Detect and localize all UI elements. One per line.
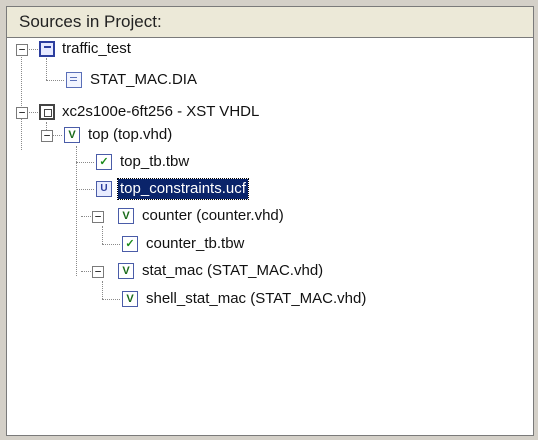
tree-connector [46, 58, 47, 80]
document-icon [66, 72, 82, 88]
collapse-toggle[interactable]: − [16, 107, 28, 119]
tree-connector [76, 189, 94, 190]
tree-connector [81, 271, 91, 272]
vhdl-module-icon: V [122, 291, 138, 307]
constraints-file-icon: U [96, 181, 112, 197]
tree-connector [52, 135, 62, 136]
collapse-toggle[interactable]: − [92, 211, 104, 223]
vhdl-module-icon: V [64, 127, 80, 143]
tree-connector [102, 226, 103, 244]
tree-connector [46, 80, 64, 81]
tree-item-top-tb[interactable]: top_tb.tbw [118, 152, 191, 172]
tree-connector [76, 146, 77, 276]
vhdl-module-icon: V [118, 208, 134, 224]
panel-title: Sources in Project: [6, 6, 534, 38]
project-icon [39, 41, 55, 57]
tree-connector [21, 54, 22, 150]
collapse-toggle[interactable]: − [41, 130, 53, 142]
testbench-icon: ✓ [96, 154, 112, 170]
tree-item-device[interactable]: xc2s100e-6ft256 - XST VHDL [60, 102, 261, 122]
tree-item-project-file[interactable]: STAT_MAC.DIA [88, 70, 199, 90]
tree-connector [81, 216, 91, 217]
collapse-toggle[interactable]: − [16, 44, 28, 56]
testbench-icon: ✓ [122, 236, 138, 252]
tree-connector [102, 244, 120, 245]
vhdl-module-icon: V [118, 263, 134, 279]
source-tree[interactable]: − traffic_test STAT_MAC.DIA − xc2s100e-6… [6, 38, 534, 436]
tree-item-counter[interactable]: counter (counter.vhd) [140, 206, 286, 226]
tree-item-shell-stat-mac[interactable]: shell_stat_mac (STAT_MAC.vhd) [144, 289, 368, 309]
tree-item-top-constraints[interactable]: top_constraints.ucf [117, 178, 249, 200]
tree-item-stat-mac[interactable]: stat_mac (STAT_MAC.vhd) [140, 261, 325, 281]
tree-item-counter-tb[interactable]: counter_tb.tbw [144, 234, 246, 254]
collapse-toggle[interactable]: − [92, 266, 104, 278]
tree-connector [76, 162, 94, 163]
tree-item-top[interactable]: top (top.vhd) [86, 125, 174, 145]
device-icon [39, 104, 55, 120]
tree-connector [102, 299, 120, 300]
tree-item-project[interactable]: traffic_test [60, 39, 133, 59]
tree-connector [102, 281, 103, 299]
